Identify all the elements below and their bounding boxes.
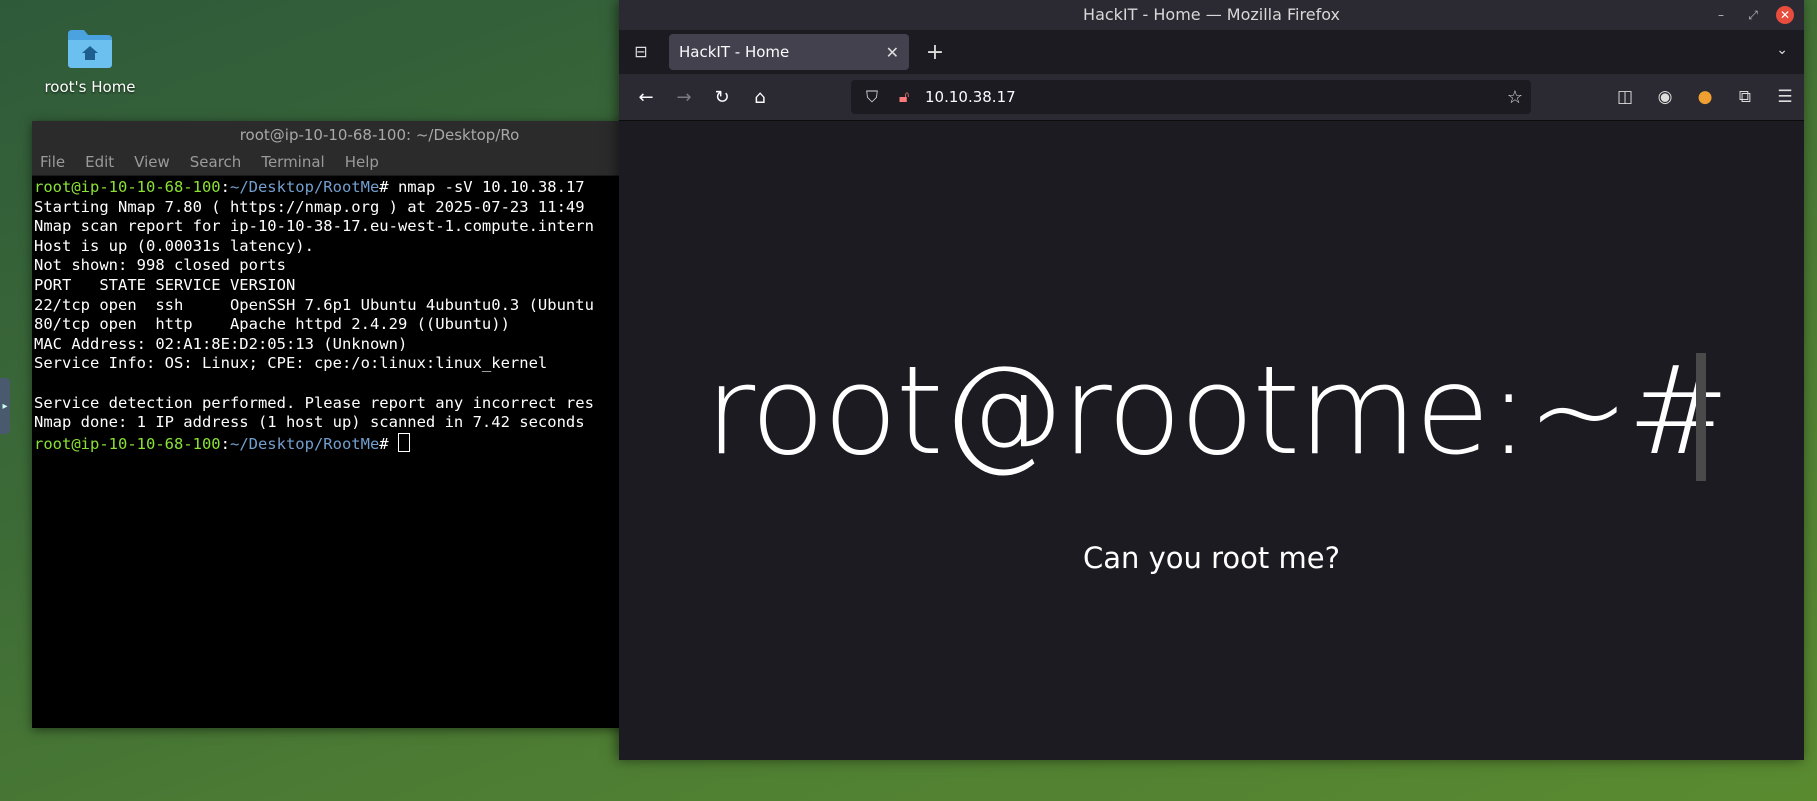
folder-icon [66,28,114,70]
chevron-down-icon[interactable]: ⌄ [1776,42,1788,58]
prompt-path: ~/Desktop/RootMe [229,434,380,453]
tab-title: HackIT - Home [679,43,790,61]
menu-terminal[interactable]: Terminal [261,153,324,171]
minimize-icon[interactable]: – [1712,6,1730,24]
command-text: nmap -sV 10.10.38.17 [397,178,585,196]
menu-hamburger-icon[interactable]: ☰ [1774,87,1796,107]
url-text[interactable]: 10.10.38.17 [925,88,1507,106]
output-line: Service detection performed. Please repo… [34,393,594,412]
hero-heading: root@rootme:~# [705,340,1730,482]
url-bar[interactable]: ⛉ 🔓︎ 10.10.38.17 ☆ [851,80,1531,114]
output-line: Starting Nmap 7.80 ( https://nmap.org ) … [34,197,585,216]
output-line: MAC Address: 02:A1:8E:D2:05:13 (Unknown) [34,334,408,353]
terminal-output[interactable]: root@ip-10-10-68-100:~/Desktop/RootMe# n… [32,176,627,456]
terminal-title: root@ip-10-10-68-100: ~/Desktop/Ro [32,121,627,149]
reload-icon[interactable]: ↻ [703,87,741,108]
extension-icon[interactable]: ● [1694,87,1716,107]
shield-icon[interactable]: ⛉ [861,87,883,107]
navigation-toolbar: ← → ↻ ⌂ ⛉ 🔓︎ 10.10.38.17 ☆ ◫ ◉ ● ⧉ ☰ [619,74,1804,121]
extensions-puzzle-icon[interactable]: ⧉ [1734,87,1756,107]
tab-bar: ⊟ HackIT - Home ✕ + ⌄ [619,30,1804,74]
hero-subtitle: Can you root me? [1083,541,1340,575]
home-icon[interactable]: ⌂ [741,87,779,108]
window-titlebar[interactable]: HackIT - Home — Mozilla Firefox – ⤢ ✕ [619,0,1804,30]
menu-help[interactable]: Help [345,153,379,171]
terminal-menubar: File Edit View Search Terminal Help [32,149,627,176]
tab-hackit-home[interactable]: HackIT - Home ✕ [669,34,909,70]
desktop-icon-home[interactable]: root's Home [38,28,142,96]
side-panel-handle[interactable]: ▸ [0,378,10,434]
output-line: Service Info: OS: Linux; CPE: cpe:/o:lin… [34,354,548,373]
page-content: root@rootme:~# Can you root me? [619,121,1804,760]
output-line: 80/tcp open http Apache httpd 2.4.29 ((U… [34,315,510,334]
output-line: Nmap done: 1 IP address (1 host up) scan… [34,413,585,432]
insecure-lock-icon[interactable]: 🔓︎ [893,87,915,107]
terminal-cursor [397,432,410,452]
bookmark-star-icon[interactable]: ☆ [1507,87,1523,108]
menu-edit[interactable]: Edit [85,153,114,171]
output-line: Not shown: 998 closed ports [34,256,286,275]
pocket-icon[interactable]: ◫ [1614,87,1636,107]
desktop-icon-label: root's Home [44,78,136,96]
prompt-user: root@ip-10-10-68-100 [34,178,221,196]
maximize-icon[interactable]: ⤢ [1744,6,1762,24]
firefox-window[interactable]: HackIT - Home — Mozilla Firefox – ⤢ ✕ ⊟ … [619,0,1804,760]
window-title: HackIT - Home — Mozilla Firefox [1083,5,1340,24]
output-line: PORT STATE SERVICE VERSION [34,275,296,294]
menu-view[interactable]: View [134,153,170,171]
hero-cursor [1696,353,1706,481]
output-line: 22/tcp open ssh OpenSSH 7.6p1 Ubuntu 4ub… [34,295,594,314]
tab-close-icon[interactable]: ✕ [886,43,899,62]
new-tab-icon[interactable]: + [923,40,947,65]
account-icon[interactable]: ◉ [1654,87,1676,107]
output-line: Host is up (0.00031s latency). [34,236,314,255]
menu-file[interactable]: File [40,153,65,171]
output-line: Nmap scan report for ip-10-10-38-17.eu-w… [34,217,594,236]
menu-search[interactable]: Search [190,153,242,171]
firefox-view-icon[interactable]: ⊟ [629,40,653,64]
back-icon[interactable]: ← [627,87,665,108]
prompt-path: ~/Desktop/RootMe [229,178,380,196]
terminal-window[interactable]: root@ip-10-10-68-100: ~/Desktop/Ro File … [32,121,627,728]
close-icon[interactable]: ✕ [1776,6,1794,24]
prompt-user: root@ip-10-10-68-100 [34,434,221,453]
forward-icon[interactable]: → [665,87,703,108]
